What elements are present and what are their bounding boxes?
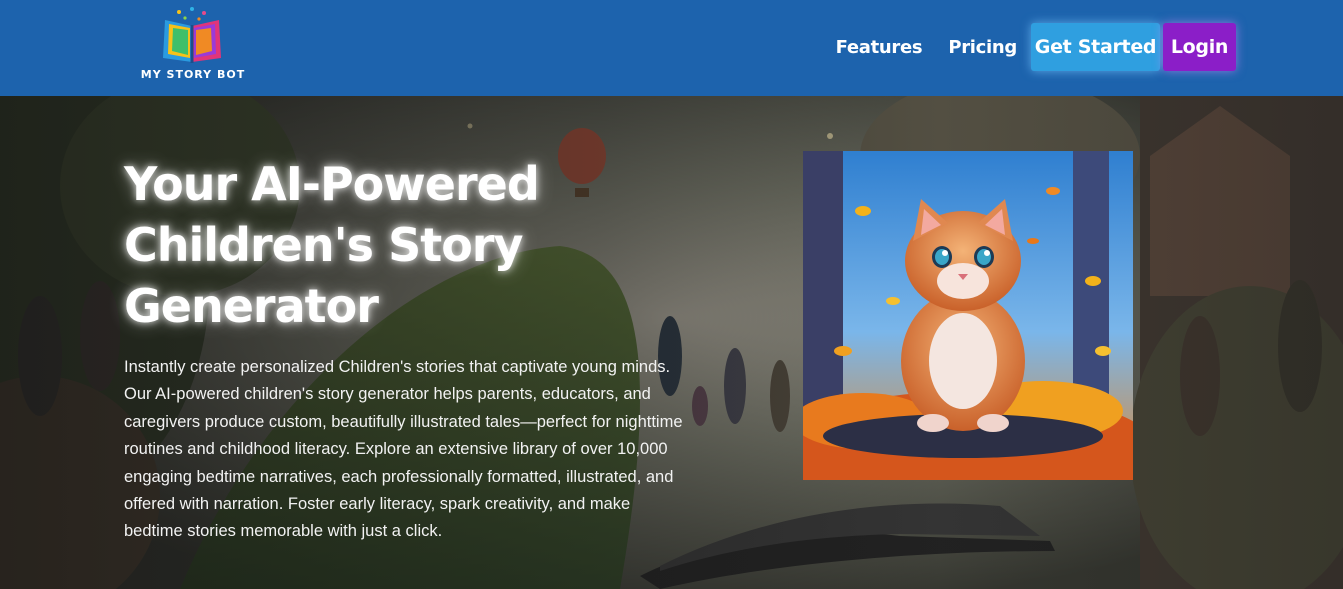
get-started-button[interactable]: Get Started [1031, 23, 1160, 71]
login-button[interactable]: Login [1163, 23, 1236, 71]
hero-description: Instantly create personalized Children's… [124, 358, 683, 541]
main-nav: Features Pricing Get Started Login [836, 23, 1236, 71]
book-logo-icon [163, 7, 221, 63]
nav-features-link[interactable]: Features [836, 37, 923, 58]
hero-title-line: Children's Story [124, 218, 523, 272]
navbar: MY STORY BOT Features Pricing Get Starte… [0, 0, 1343, 96]
hero-title: Your AI-Powered Children's Story Generat… [124, 154, 644, 337]
kitten-illustration [803, 151, 1133, 480]
brand-name: MY STORY BOT [140, 68, 246, 81]
brand-logo[interactable]: MY STORY BOT [140, 6, 246, 82]
hero-title-line: Your AI-Powered [124, 157, 540, 211]
hero-section: Your AI-Powered Children's Story Generat… [0, 96, 1343, 589]
nav-pricing-link[interactable]: Pricing [948, 37, 1017, 58]
hero-title-line: Generator [124, 279, 379, 333]
